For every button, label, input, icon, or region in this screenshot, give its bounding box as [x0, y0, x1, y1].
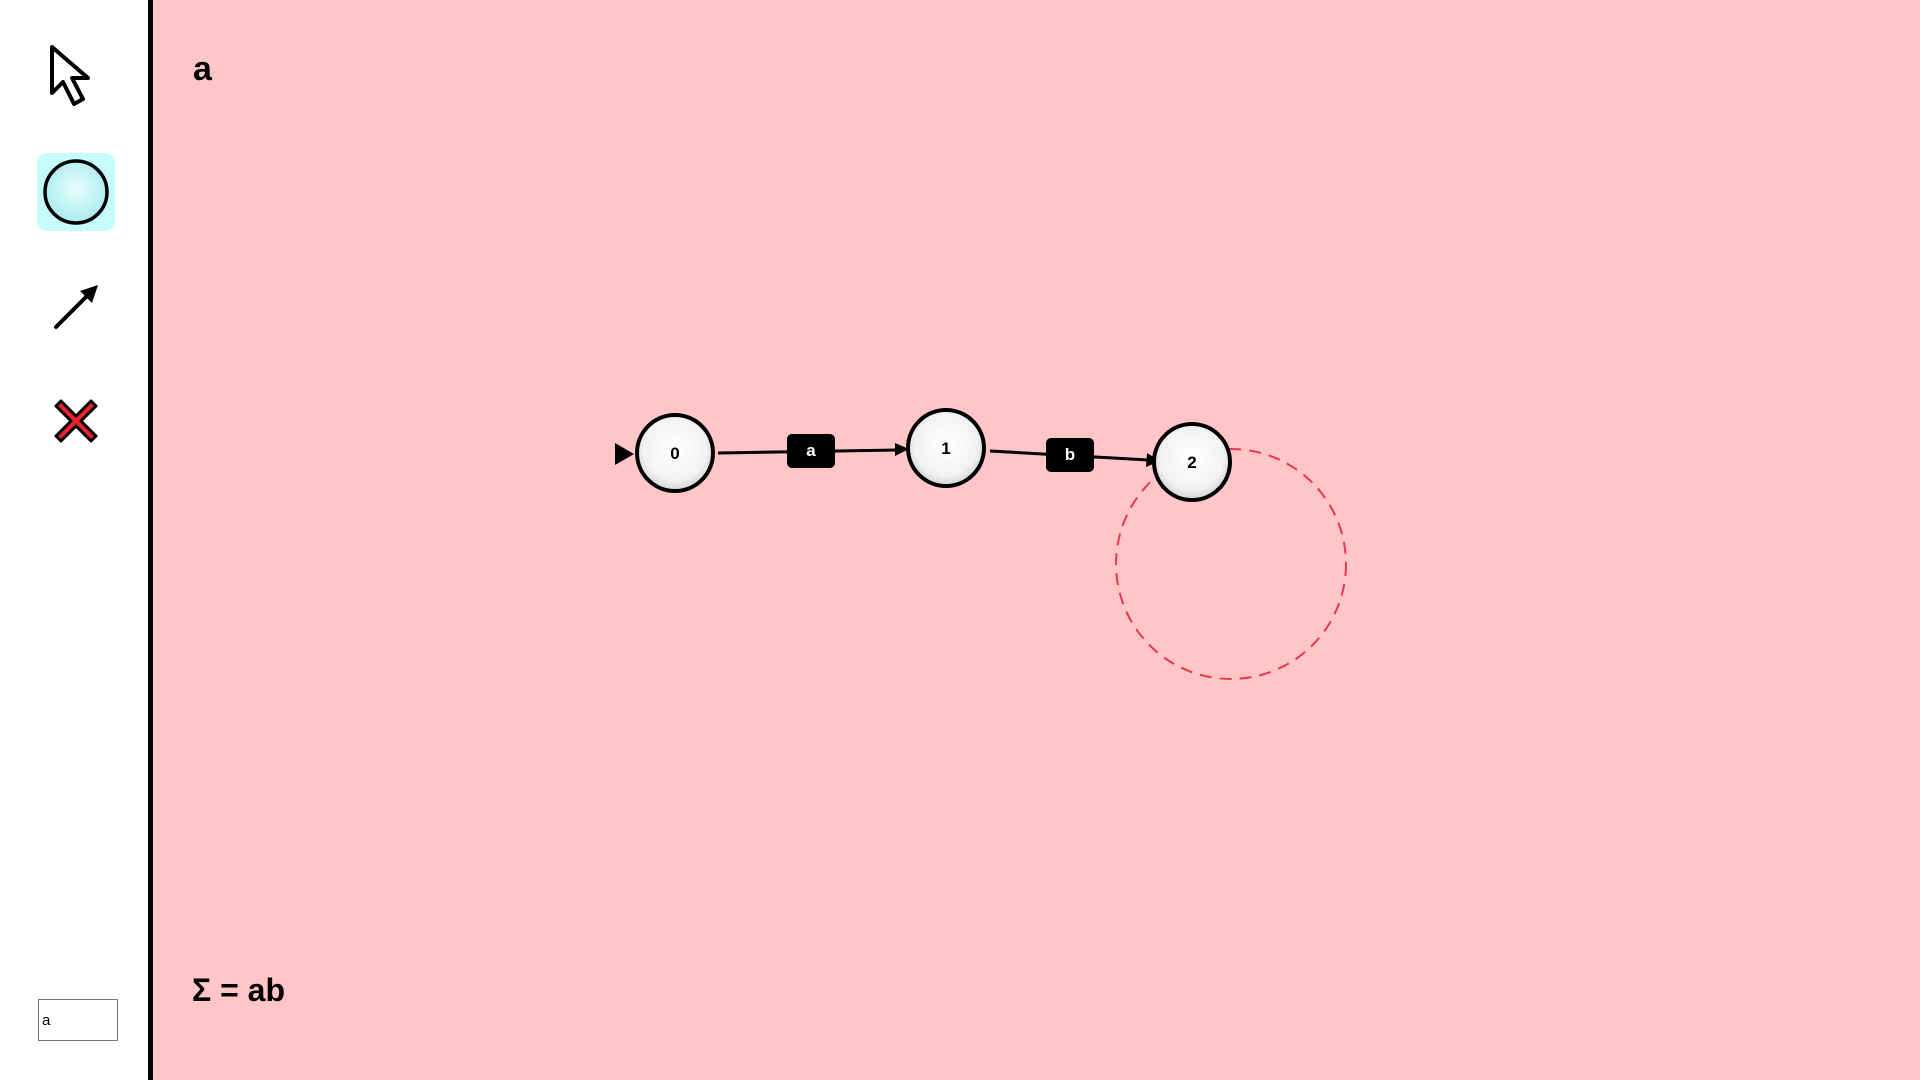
transition-0-1[interactable]: a: [717, 434, 909, 468]
alphabet-display: Σ = ab: [192, 972, 285, 1009]
add-transition-tool-button[interactable]: [37, 268, 115, 346]
transition-label: b: [1065, 445, 1075, 464]
state-label: 2: [1187, 453, 1196, 472]
automaton-editor: a a a b 0 1 2 Σ = ab: [0, 0, 1920, 1080]
red-x-icon: [54, 399, 98, 443]
initial-state-marker: [615, 443, 634, 465]
state-0[interactable]: 0: [635, 413, 715, 493]
automaton-canvas[interactable]: a a b 0 1 2 Σ = ab: [153, 0, 1920, 1080]
state-label: 0: [670, 444, 679, 463]
delete-tool-button[interactable]: [37, 382, 115, 460]
arrow-icon: [54, 285, 98, 329]
state-2-highlight-ring: [1115, 448, 1347, 680]
circle-state-icon: [43, 159, 109, 225]
tool-sidebar: [0, 0, 153, 1080]
transition-1-2[interactable]: b: [989, 438, 1160, 472]
state-1[interactable]: 1: [906, 408, 986, 488]
add-state-tool-button[interactable]: [37, 153, 115, 231]
alphabet-symbols: ab: [247, 972, 286, 1008]
transition-symbol-input[interactable]: [38, 999, 118, 1041]
state-2[interactable]: 2: [1152, 422, 1232, 502]
select-tool-button[interactable]: [37, 37, 115, 115]
transition-label: a: [806, 441, 816, 460]
state-label: 1: [941, 439, 950, 458]
cursor-arrow-icon: [50, 45, 90, 106]
alphabet-prefix: Σ =: [192, 972, 248, 1008]
automaton-graph: a b 0 1 2: [615, 408, 1347, 680]
